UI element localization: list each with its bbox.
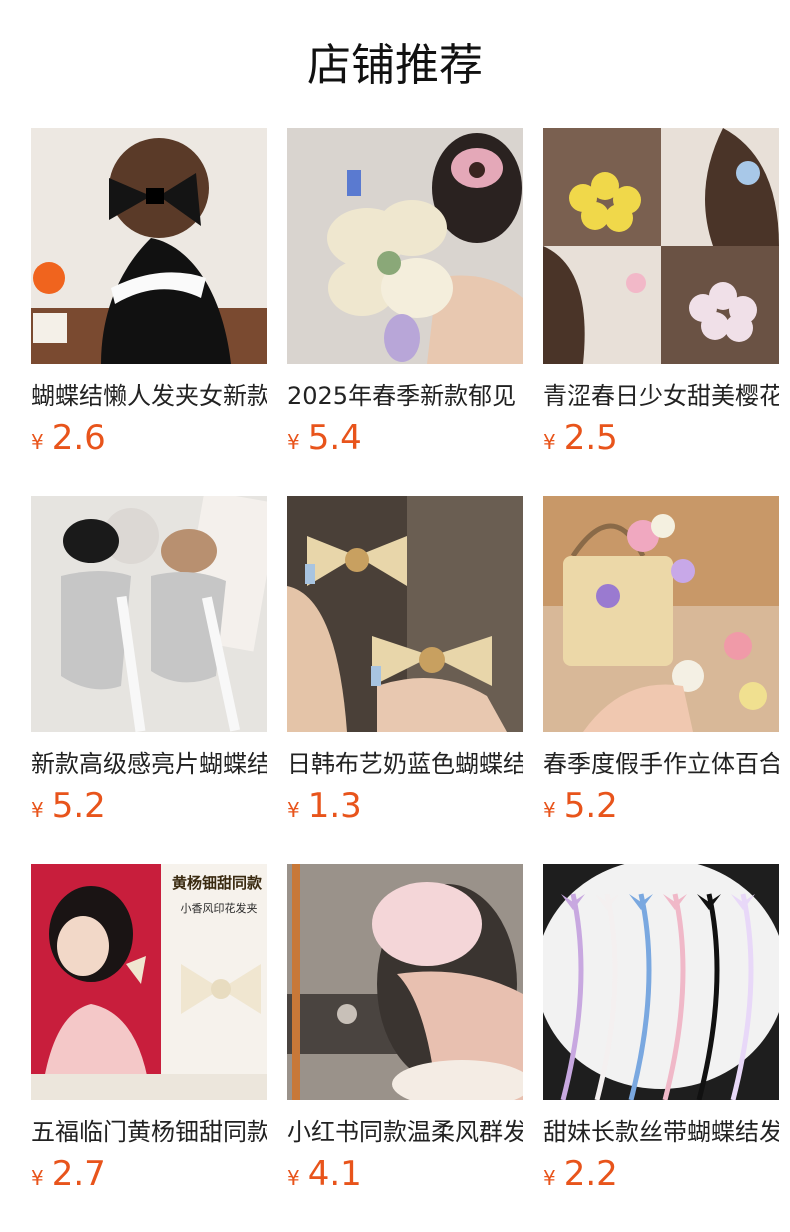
price-value: 4.1: [307, 1154, 362, 1194]
product-card[interactable]: 2025年春季新款郁见 ¥5.4: [287, 128, 523, 496]
satin-flower-hair-clip-photo: [287, 128, 523, 364]
currency-symbol: ¥: [287, 430, 300, 454]
recommended-store-section: 店铺推荐 蝴蝶结懒人发夹女新款 ¥2.6 2025年春季新款郁见 ¥5.4 青涩春日少女…: [0, 0, 790, 1232]
product-image[interactable]: 黄杨钿甜同款小香风印花发夹: [31, 864, 267, 1100]
celebrity-bow-clip-ad-photo: 黄杨钿甜同款小香风印花发夹: [31, 864, 267, 1100]
product-image[interactable]: [31, 128, 267, 364]
long-ribbon-bow-clips-photo: [543, 864, 779, 1100]
price-value: 5.4: [307, 418, 362, 458]
ad-subline-text: 小香风印花发夹: [181, 901, 258, 915]
product-price: ¥2.7: [31, 1152, 106, 1196]
product-title[interactable]: 蝴蝶结懒人发夹女新款: [31, 378, 267, 414]
product-title[interactable]: 小红书同款温柔风群发: [287, 1114, 523, 1150]
product-title[interactable]: 五福临门黄杨钿甜同款: [31, 1114, 267, 1150]
product-price: ¥1.3: [287, 784, 362, 828]
currency-symbol: ¥: [287, 1166, 300, 1190]
product-card[interactable]: 青涩春日少女甜美樱花 ¥2.5: [543, 128, 779, 496]
product-price: ¥2.5: [543, 416, 618, 460]
black-bow-hair-clip-photo: [31, 128, 267, 364]
currency-symbol: ¥: [543, 430, 556, 454]
price-value: 2.2: [563, 1154, 618, 1194]
price-value: 2.5: [563, 418, 618, 458]
product-title[interactable]: 青涩春日少女甜美樱花: [543, 378, 779, 414]
product-image[interactable]: [543, 128, 779, 364]
product-price: ¥4.1: [287, 1152, 362, 1196]
price-value: 5.2: [563, 786, 618, 826]
product-card[interactable]: 甜妹长款丝带蝴蝶结发夹¥2.2: [543, 864, 779, 1232]
product-price: ¥5.4: [287, 416, 362, 460]
product-image[interactable]: [287, 864, 523, 1100]
handmade-flower-clip-basket-photo: [543, 496, 779, 732]
product-title[interactable]: 新款高级感亮片蝴蝶结: [31, 746, 267, 782]
product-grid: 蝴蝶结懒人发夹女新款 ¥2.6 2025年春季新款郁见 ¥5.4 青涩春日少女甜美樱花 ¥…: [31, 128, 779, 1232]
currency-symbol: ¥: [543, 798, 556, 822]
currency-symbol: ¥: [543, 1166, 556, 1190]
lace-scrunchie-cafe-photo: [287, 864, 523, 1100]
product-card[interactable]: 春季度假手作立体百合 ¥5.2: [543, 496, 779, 864]
product-card[interactable]: 黄杨钿甜同款 小香风印花发夹 五福临门黄杨钿甜同款 ¥2.7: [31, 864, 267, 1232]
ad-headline-text: 黄杨钿甜同款: [172, 874, 263, 892]
product-image[interactable]: [543, 864, 779, 1100]
product-card[interactable]: 日韩布艺奶蓝色蝴蝶结 ¥1.3: [287, 496, 523, 864]
price-value: 1.3: [307, 786, 362, 826]
product-card[interactable]: 新款高级感亮片蝴蝶结 ¥5.2: [31, 496, 267, 864]
section-title: 店铺推荐: [307, 40, 483, 91]
price-value: 2.7: [51, 1154, 106, 1194]
product-image[interactable]: [287, 496, 523, 732]
product-title[interactable]: 日韩布艺奶蓝色蝴蝶结: [287, 746, 523, 782]
product-price: ¥5.2: [31, 784, 106, 828]
product-image[interactable]: [543, 496, 779, 732]
product-image[interactable]: [31, 496, 267, 732]
product-price: ¥2.6: [31, 416, 106, 460]
knitted-flower-clip-photo: [543, 128, 779, 364]
currency-symbol: ¥: [31, 1166, 44, 1190]
product-image[interactable]: [287, 128, 523, 364]
product-price: ¥2.2: [543, 1152, 618, 1196]
lace-star-bow-clip-photo: [287, 496, 523, 732]
product-price: ¥5.2: [543, 784, 618, 828]
product-title[interactable]: 甜妹长款丝带蝴蝶结发夹: [543, 1114, 779, 1150]
product-title[interactable]: 春季度假手作立体百合: [543, 746, 779, 782]
price-value: 5.2: [51, 786, 106, 826]
sequin-bow-scrunchie-photo: [31, 496, 267, 732]
product-title[interactable]: 2025年春季新款郁见: [287, 378, 523, 414]
product-card[interactable]: 小红书同款温柔风群发 ¥4.1: [287, 864, 523, 1232]
product-card[interactable]: 蝴蝶结懒人发夹女新款 ¥2.6: [31, 128, 267, 496]
currency-symbol: ¥: [287, 798, 300, 822]
currency-symbol: ¥: [31, 798, 44, 822]
price-value: 2.6: [51, 418, 106, 458]
currency-symbol: ¥: [31, 430, 44, 454]
